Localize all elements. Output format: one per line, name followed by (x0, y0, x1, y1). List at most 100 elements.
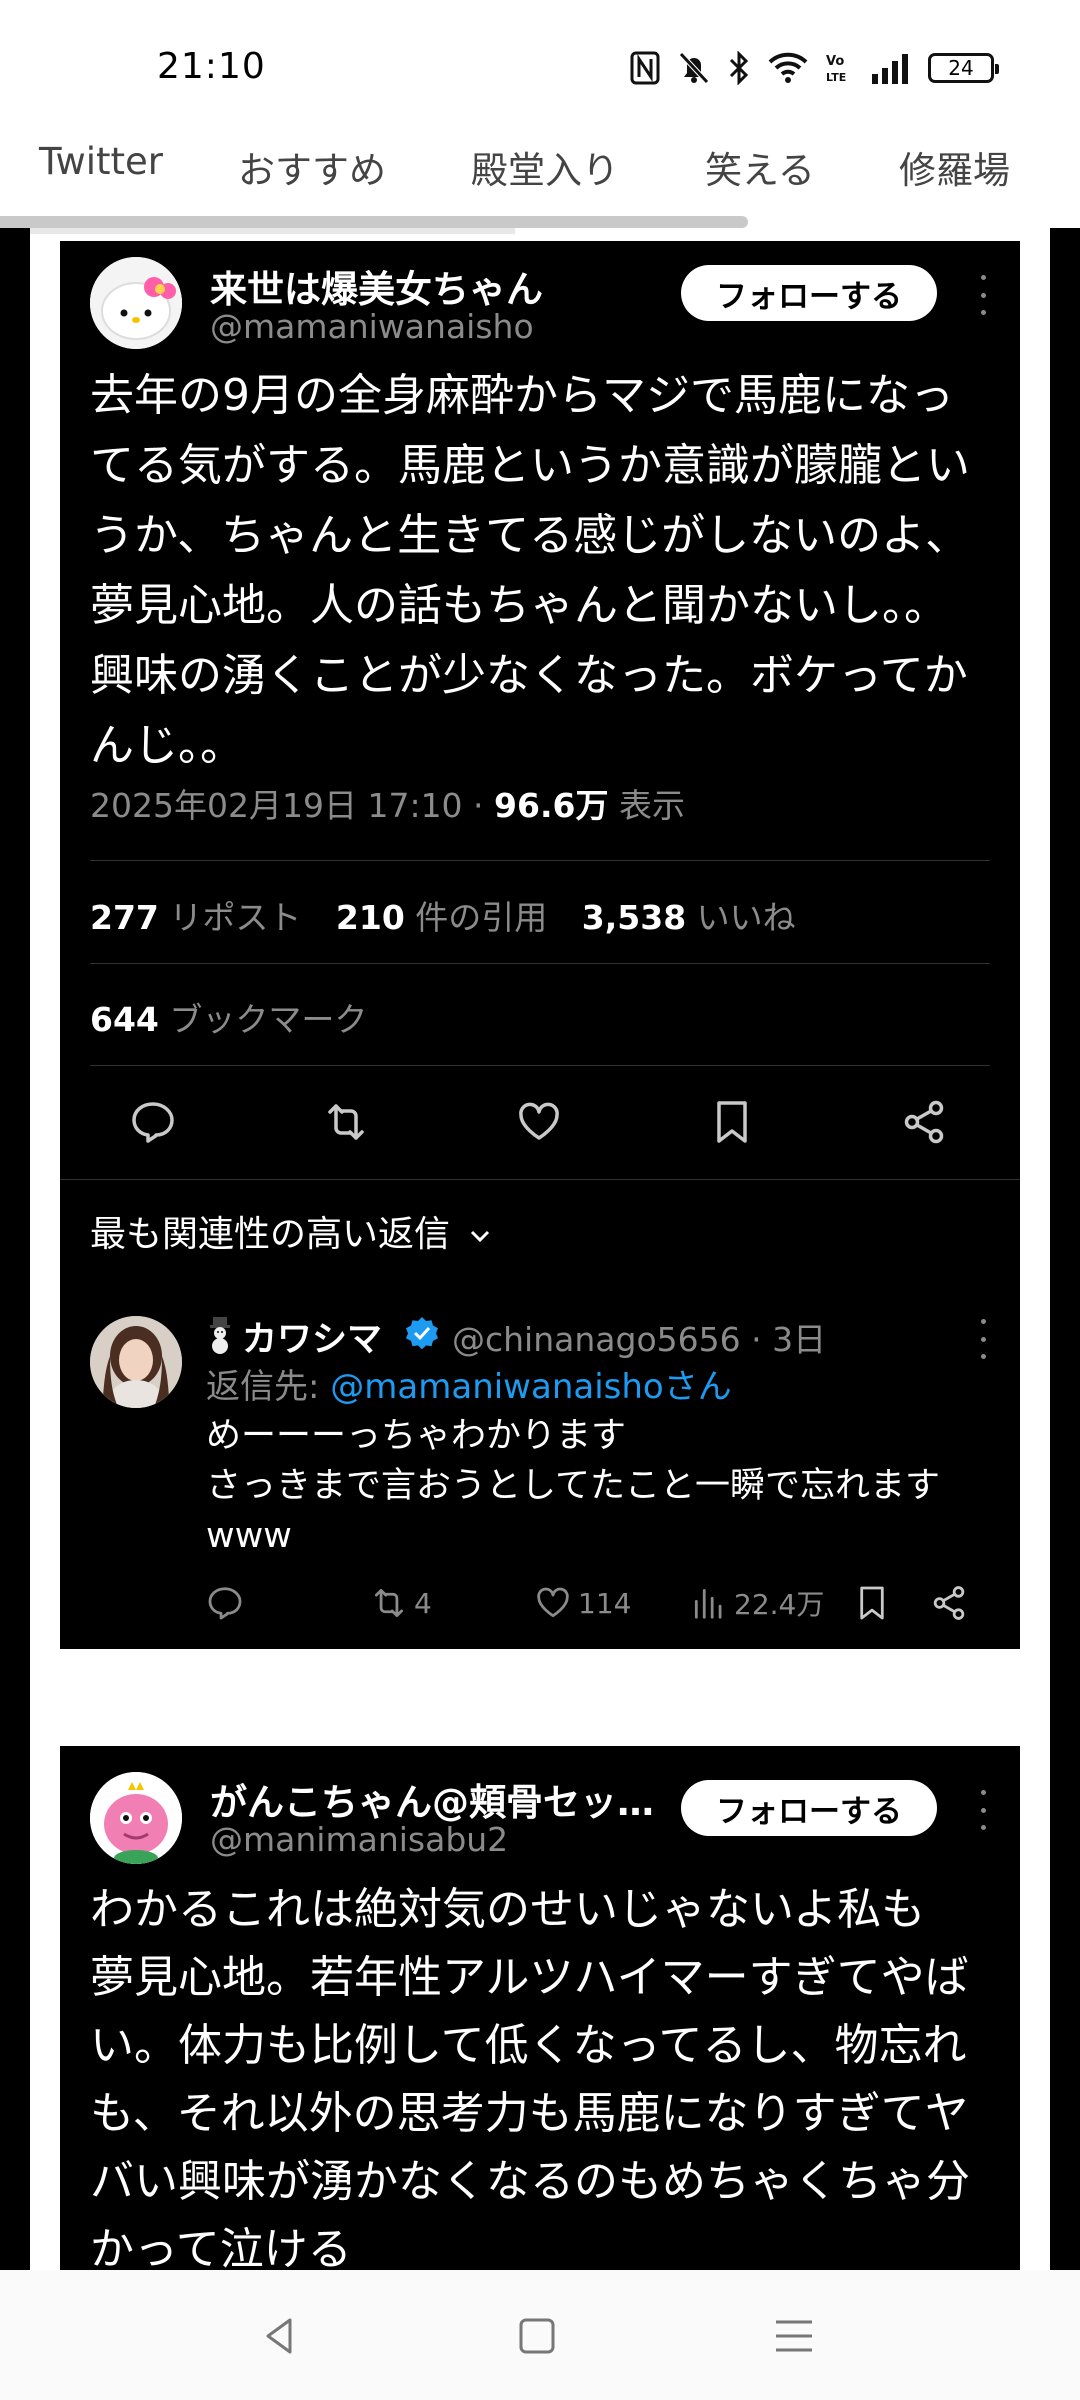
menu-icon[interactable] (764, 2306, 824, 2366)
reply-like-button[interactable]: 114 (534, 1581, 631, 1625)
view-label: 表示 (618, 786, 685, 825)
home-icon[interactable] (507, 2306, 567, 2366)
battery-level: 24 (948, 56, 974, 80)
avatar[interactable] (90, 1772, 182, 1864)
divider (90, 860, 990, 861)
views-icon (694, 1588, 722, 1619)
reply-views-button[interactable]: 22.4万 (690, 1581, 824, 1625)
reply-to-line: 返信先: @mamaniwanaishoさん (206, 1359, 732, 1408)
display-name[interactable]: 来世は爆美女ちゃん (210, 259, 543, 313)
repost-count: 277 (90, 898, 159, 937)
user-handle[interactable]: @mamaniwanaisho (210, 307, 534, 346)
back-icon[interactable] (250, 2306, 310, 2366)
signal-icon (872, 54, 908, 84)
battery-icon: 24 (928, 53, 999, 83)
reply-handle[interactable]: @chinanago5656 · 3日 (452, 1313, 826, 1361)
svg-text:Vo: Vo (826, 54, 844, 69)
snowman-icon (210, 1317, 230, 1354)
divider (60, 1179, 1020, 1180)
bookmark-icon[interactable] (708, 1098, 756, 1146)
avatar-image (90, 257, 182, 349)
reply-retweet-count: 4 (414, 1586, 432, 1620)
tab-twitter[interactable]: Twitter (39, 140, 163, 183)
reply-handle-text: @chinanago5656 (452, 1320, 741, 1359)
tab-hall-of-fame[interactable]: 殿堂入り (471, 140, 619, 194)
tab-funny[interactable]: 笑える (705, 140, 815, 194)
system-nav-bar (0, 2270, 1080, 2400)
reply-like-count: 114 (578, 1586, 632, 1620)
repost-label: リポスト (169, 898, 302, 937)
reply-text: めーーーっちゃわかります さっきまで言おうとしてたこと一瞬で忘れます www (206, 1416, 940, 1556)
retweet-icon[interactable] (322, 1098, 370, 1146)
nfc-icon (630, 51, 660, 85)
reply-to-user-link[interactable]: @mamaniwanaishoさん (330, 1367, 731, 1407)
follow-button[interactable]: フォローする (681, 265, 937, 321)
like-count: 3,538 (581, 898, 687, 937)
bookmark-count: 644 (90, 1000, 159, 1039)
volte-icon: Vo LTE (826, 54, 846, 84)
reply-share-button[interactable] (930, 1581, 968, 1625)
chevron-down-icon (471, 1230, 490, 1243)
tweet-timestamp[interactable]: 2025年02月19日 17:10 (90, 786, 463, 825)
like-icon[interactable] (515, 1098, 563, 1146)
avatar[interactable] (90, 1316, 182, 1408)
like-stat[interactable]: 3,538 いいね (582, 898, 796, 937)
tweet-text: わかるこれは絶対気のせいじゃないよ私も 夢見心地。若年性アルツハイマーすぎてやば… (90, 1884, 970, 2270)
tab-scroll-track (0, 228, 515, 234)
like-label: いいね (696, 898, 796, 937)
tweet-card[interactable]: 来世は爆美女ちゃん @mamaniwanaisho フォローする 去年の9月の全… (60, 241, 1020, 1649)
right-gutter (1050, 228, 1080, 2270)
reply-comment-button[interactable] (206, 1581, 244, 1625)
user-handle[interactable]: @manimanisabu2 (210, 1820, 508, 1859)
verified-icon (406, 1317, 438, 1350)
bookmark-icon (860, 1586, 884, 1620)
reply-bookmark-button[interactable] (853, 1581, 891, 1625)
bell-off-icon (679, 52, 709, 84)
tweet-text: 去年の9月の全身麻酔からマジで馬鹿になっ てる気がする。馬鹿というか意識が朦朧と… (90, 370, 970, 771)
tweet-meta: 2025年02月19日 17:10 · 96.6万 表示 (90, 786, 685, 825)
status-icons: Vo LTE 24 (630, 48, 999, 88)
more-options-icon[interactable] (973, 1319, 993, 1359)
like-icon (537, 1587, 569, 1618)
share-icon[interactable] (900, 1098, 948, 1146)
reply-icon (208, 1587, 242, 1620)
more-options-icon[interactable] (973, 275, 993, 315)
engagement-stats: 277 リポスト 210 件の引用 3,538 いいね (90, 891, 796, 939)
avatar-image (90, 1772, 182, 1864)
reply-icon[interactable] (129, 1098, 177, 1146)
display-name[interactable]: がんこちゃん@頬骨セッ… (210, 1772, 654, 1826)
tab-scroll-indicator (0, 216, 748, 228)
reply-sort-label: 最も関連性の高い返信 (90, 1214, 451, 1255)
follow-button[interactable]: フォローする (681, 1780, 937, 1836)
wifi-icon (768, 52, 808, 83)
svg-text:LTE: LTE (826, 71, 846, 84)
reply-sort-dropdown[interactable]: 最も関連性の高い返信 (90, 1205, 493, 1257)
reply-retweet-button[interactable]: 4 (370, 1581, 432, 1625)
bookmark-label: ブックマーク (169, 1000, 368, 1039)
left-gutter (0, 228, 30, 2270)
tab-recommended[interactable]: おすすめ (238, 140, 386, 194)
status-bar: 21:10 Vo LTE 24 (0, 0, 1080, 130)
status-time: 21:10 (157, 46, 266, 87)
quote-count: 210 (335, 898, 405, 937)
bookmark-stat[interactable]: 644 ブックマーク (90, 993, 367, 1041)
quote-label: 件の引用 (415, 898, 548, 937)
tab-drama[interactable]: 修羅場 (899, 140, 1010, 194)
view-count: 96.6万 (494, 786, 609, 825)
reply-view-count: 22.4万 (734, 1588, 825, 1621)
category-tabs: Twitter おすすめ 殿堂入り 笑える 修羅場 (0, 130, 1080, 216)
avatar[interactable] (90, 257, 182, 349)
bluetooth-icon (729, 51, 749, 85)
repost-stat[interactable]: 277 リポスト (90, 898, 301, 937)
divider (90, 1065, 990, 1066)
tweet-card[interactable]: がんこちゃん@頬骨セッ… @manimanisabu2 フォローする わかるこれ… (60, 1746, 1020, 2270)
quote-stat[interactable]: 210 件の引用 (336, 898, 547, 937)
reply-to-prefix: 返信先: (206, 1367, 320, 1407)
reply-time: 3日 (772, 1320, 827, 1359)
reply-display-name[interactable]: カワシマ (242, 1311, 382, 1362)
retweet-icon (374, 1588, 404, 1618)
more-options-icon[interactable] (973, 1790, 993, 1830)
avatar-image (90, 1316, 182, 1408)
share-icon (933, 1586, 965, 1620)
divider (90, 963, 990, 964)
